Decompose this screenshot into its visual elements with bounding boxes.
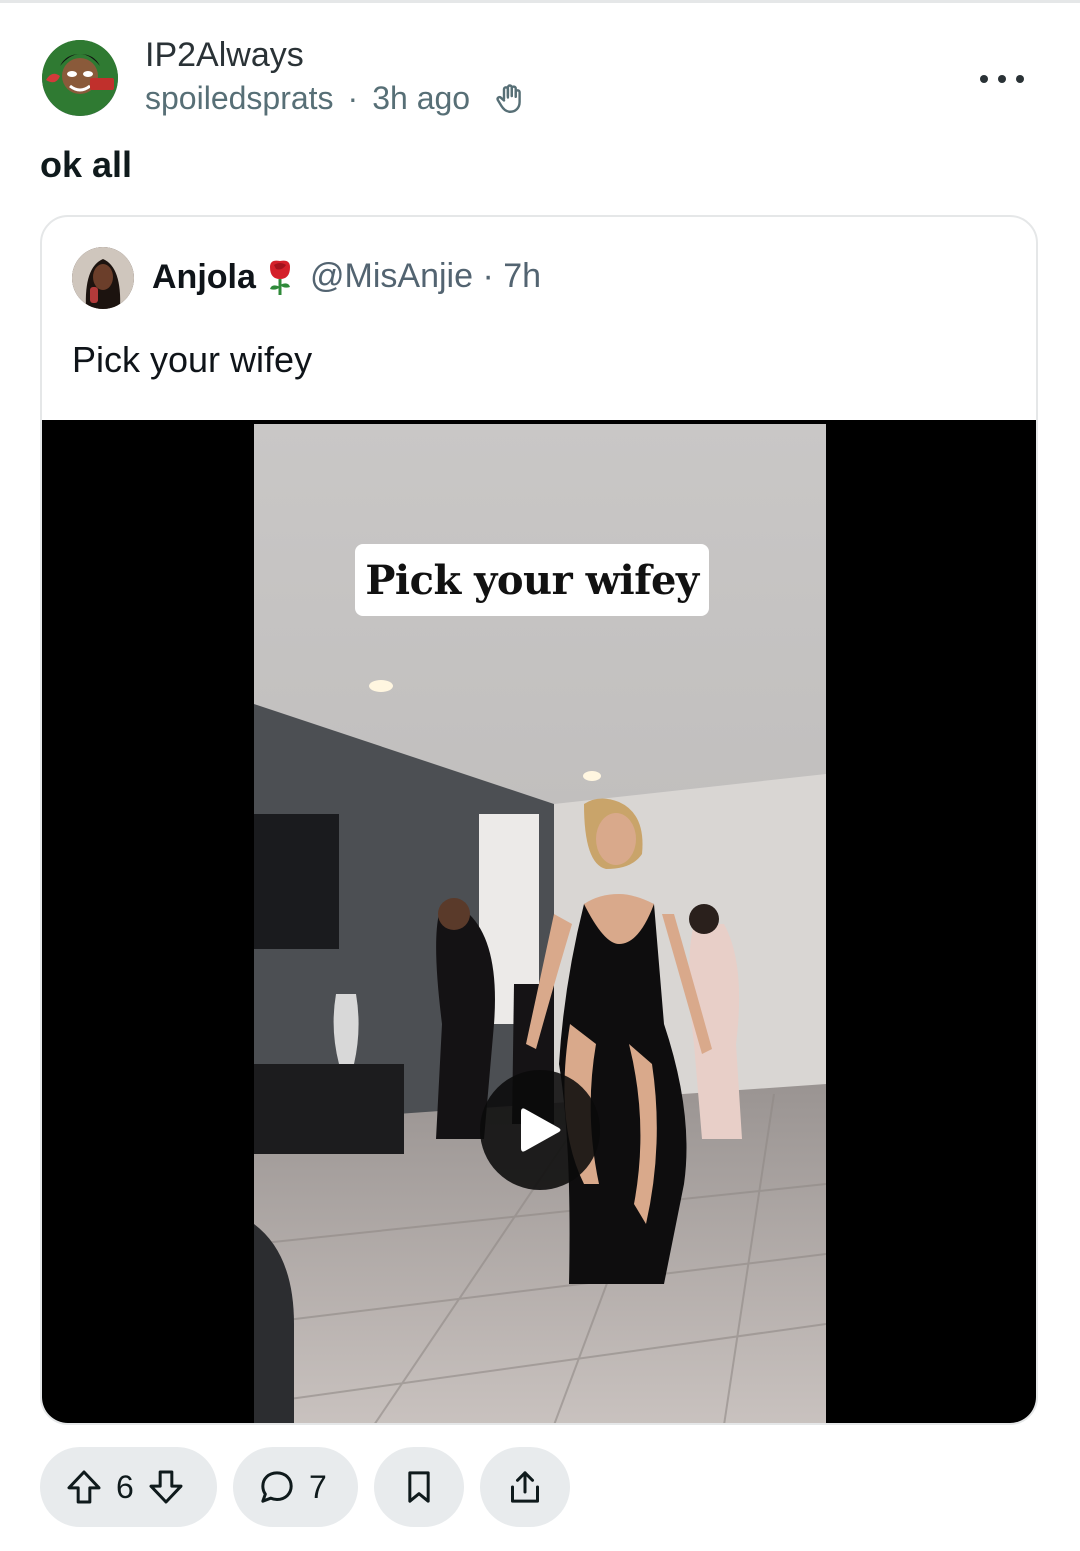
hand-icon[interactable] [492,81,528,117]
bookmark-icon [408,1471,430,1503]
upvote-count: 6 [116,1468,134,1505]
tweet-author-avatar[interactable] [72,247,134,309]
more-options-button[interactable] [980,62,1024,96]
play-button[interactable] [480,1070,600,1190]
post-meta: spoiledsprats · 3h ago [145,80,528,117]
community-avatar[interactable] [42,40,118,116]
tweet-text: Pick your wifey [72,339,313,380]
tweet-handle-time: @MisAnjie · 7h [310,257,542,295]
community-name[interactable]: IP2Always [145,36,304,75]
embedded-tweet-card[interactable]: Anjola @MisAnjie · 7h Pick your wifey Pi… [40,215,1038,1425]
rose-icon [269,260,290,295]
video-frame: Pick your wifey [254,424,826,1423]
post-title: ok all [40,144,133,185]
tweet-author-name[interactable]: Anjola [152,257,298,297]
post: IP2Always spoiledsprats · 3h ago ok all … [0,0,1080,1551]
comment-icon [261,1471,293,1503]
meta-separator: · [347,80,359,116]
arrow-down-icon[interactable] [146,1467,186,1507]
vote-pill: 6 [40,1447,217,1527]
share-icon [511,1471,539,1503]
arrow-up-icon[interactable] [64,1467,104,1507]
play-icon [521,1108,561,1152]
save-button[interactable] [374,1447,464,1527]
tweet-video[interactable]: Pick your wifey [42,420,1036,1423]
comments-button[interactable]: 7 [233,1447,358,1527]
post-time: 3h ago [372,80,471,116]
comment-count: 7 [309,1468,327,1505]
author-name[interactable]: spoiledsprats [145,80,334,117]
more-icon [980,75,988,83]
share-button[interactable] [480,1447,570,1527]
video-caption: Pick your wifey [355,544,709,616]
